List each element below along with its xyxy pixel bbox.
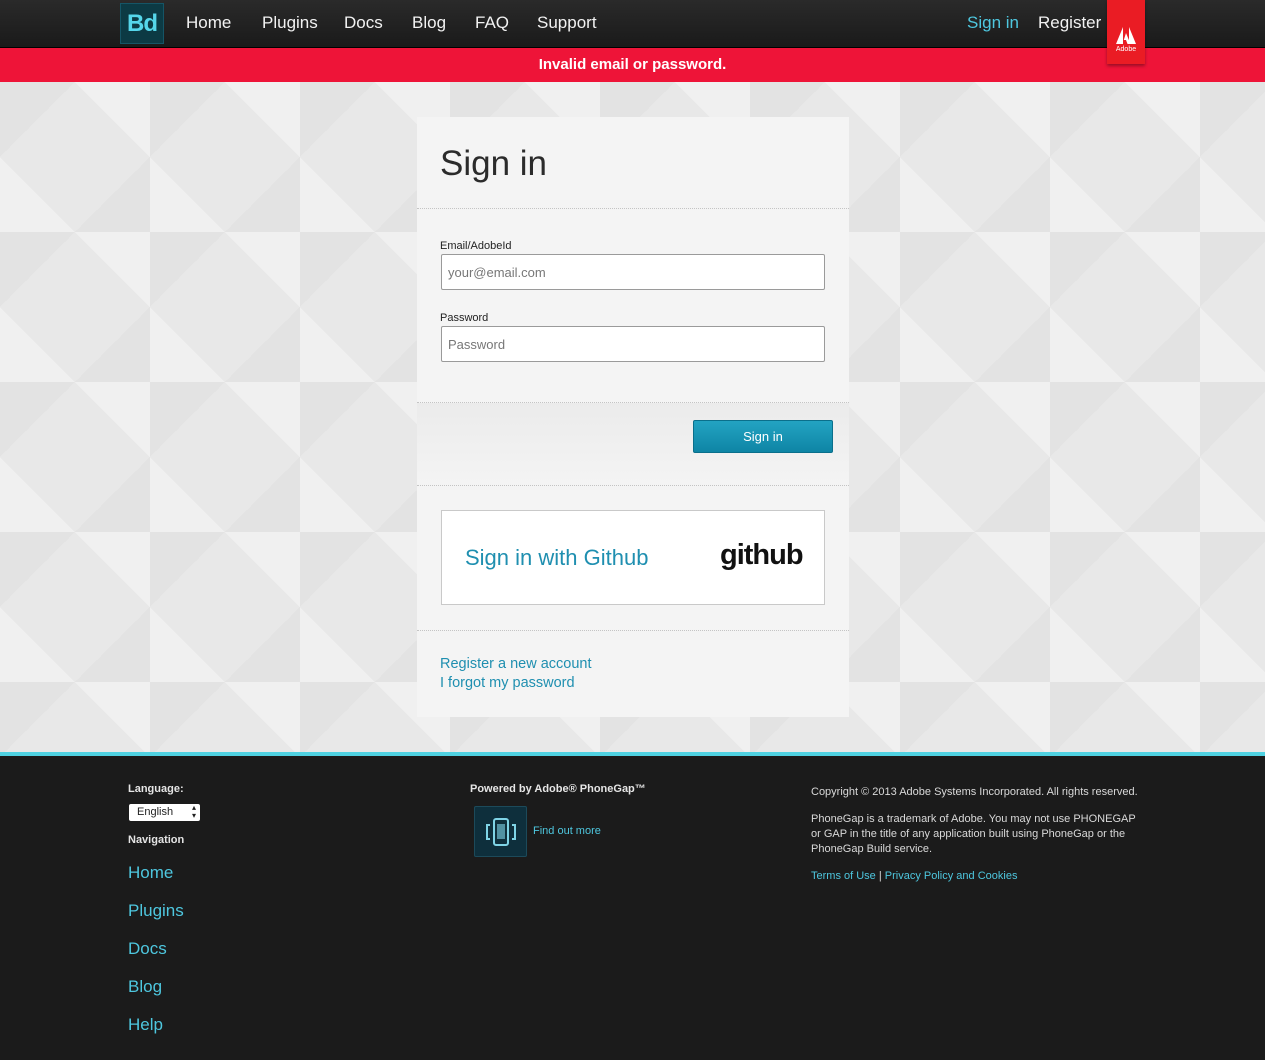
trademark-text: PhoneGap is a trademark of Adobe. You ma… <box>811 813 1136 855</box>
nav-signin[interactable]: Sign in <box>967 12 1019 34</box>
signin-button[interactable]: Sign in <box>693 420 833 453</box>
adobe-label: Adobe <box>1115 46 1137 53</box>
footer-nav-help[interactable]: Help <box>128 1014 163 1036</box>
password-field[interactable] <box>441 326 825 362</box>
adobe-badge[interactable]: Adobe <box>1107 0 1145 64</box>
nav-home[interactable]: Home <box>186 12 231 34</box>
language-select[interactable]: English ▴ ▾ <box>129 804 200 821</box>
divider <box>417 630 849 631</box>
email-field[interactable] <box>441 254 825 290</box>
language-value: English <box>137 806 174 818</box>
nav-plugins[interactable]: Plugins <box>262 12 318 34</box>
nav-docs[interactable]: Docs <box>344 12 383 34</box>
github-signin-label: Sign in with Github <box>465 545 649 570</box>
nav-support[interactable]: Support <box>537 12 597 34</box>
signin-card: Sign in Email/AdobeId Password Sign in S… <box>417 117 849 717</box>
select-arrows-icon: ▴ ▾ <box>191 803 196 820</box>
github-signin-button[interactable]: Sign in with Github github <box>441 510 825 605</box>
footer-nav-home[interactable]: Home <box>128 862 173 884</box>
privacy-link[interactable]: Privacy Policy and Cookies <box>885 870 1018 882</box>
divider <box>417 208 849 209</box>
footer-nav-blog[interactable]: Blog <box>128 976 162 998</box>
page-title: Sign in <box>440 144 548 183</box>
email-label: Email/AdobeId <box>440 240 512 252</box>
powered-by-heading: Powered by Adobe® PhoneGap™ <box>470 783 646 795</box>
top-navbar: Bd Home Plugins Docs Blog FAQ Support Si… <box>0 0 1265 48</box>
phonegap-icon[interactable] <box>474 806 527 857</box>
link-separator: | <box>878 870 882 882</box>
legal-links: Terms of Use | Privacy Policy and Cookie… <box>811 869 1017 883</box>
password-label: Password <box>440 312 489 324</box>
footer: Language: English ▴ ▾ Navigation Home Plu… <box>0 756 1265 1060</box>
footer-nav-docs[interactable]: Docs <box>128 938 167 960</box>
find-out-more-link[interactable]: Find out more <box>533 824 601 838</box>
adobe-logo-icon <box>1116 27 1136 44</box>
copyright-text: Copyright © 2013 Adobe Systems Incorpora… <box>811 786 1138 798</box>
footer-nav-plugins[interactable]: Plugins <box>128 900 184 922</box>
error-alert: Invalid email or password. <box>0 48 1265 82</box>
build-logo[interactable]: Bd <box>120 3 164 44</box>
register-link[interactable]: Register a new account <box>440 655 592 674</box>
divider <box>417 485 849 486</box>
navigation-heading: Navigation <box>128 834 185 846</box>
nav-faq[interactable]: FAQ <box>475 12 509 34</box>
github-logo: github <box>720 539 804 571</box>
nav-register[interactable]: Register <box>1038 12 1101 34</box>
forgot-password-link[interactable]: I forgot my password <box>440 674 575 693</box>
language-heading: Language: <box>128 783 184 795</box>
terms-link[interactable]: Terms of Use <box>811 870 876 882</box>
nav-blog[interactable]: Blog <box>412 12 446 34</box>
